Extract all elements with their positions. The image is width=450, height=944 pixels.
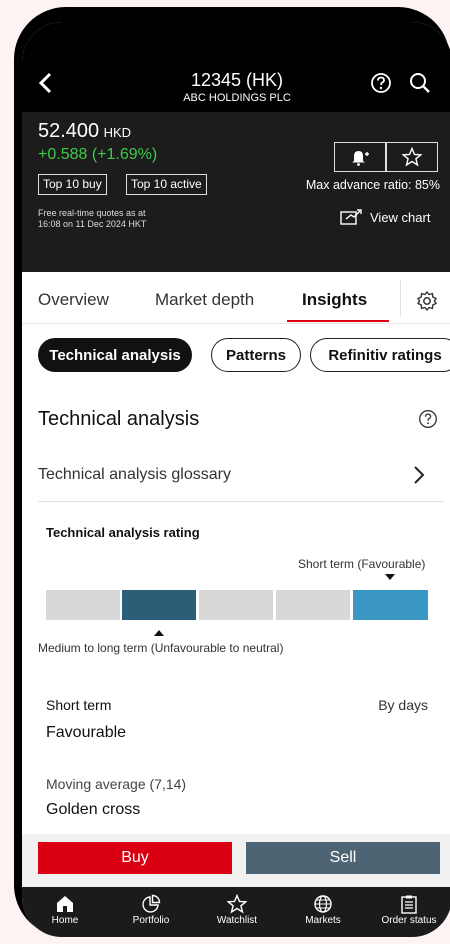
clipboard-icon [401,895,417,914]
chart-expand-icon [340,209,362,225]
rating-segment-3 [199,590,273,620]
tab-insights[interactable]: Insights [302,290,367,310]
price: 52.400 [38,120,100,142]
nav-watchlist[interactable]: Watchlist [194,893,280,926]
nav-watchlist-label: Watchlist [216,915,258,926]
glossary-label: Technical analysis glossary [38,466,231,483]
rating-segment-5 [353,590,428,620]
globe-icon [314,895,332,913]
price-change: +0.588 (+1.69%) [38,146,158,163]
medium-term-marker-label: Medium to long term (Unfavourable to neu… [38,641,284,655]
active-tab-indicator [287,320,389,322]
rating-segment-1 [46,590,120,620]
nav-home[interactable]: Home [22,893,108,926]
star-icon [227,894,247,914]
trade-actions: Buy Sell [22,834,450,887]
moving-average-label: Moving average (7,14) [46,776,187,792]
view-chart-link[interactable]: View chart [340,208,430,226]
nav-markets[interactable]: Markets [280,893,366,926]
subtab-patterns[interactable]: Patterns [211,338,301,372]
tab-bar: Overview Market depth Insights [22,272,450,324]
short-term-marker-label: Short term (Favourable) [298,557,426,571]
question-circle-icon [371,73,391,93]
by-days-label: By days [378,697,428,713]
insights-content: Technical analysis Patterns Refinitiv ra… [22,324,450,834]
moving-average-value: Golden cross [46,801,141,818]
settings-button[interactable] [416,290,438,312]
rating-title: Technical analysis rating [46,525,200,540]
disclaimer-line2: 16:08 on 11 Dec 2024 HKT [38,219,147,229]
alert-button[interactable] [334,142,386,172]
short-term-heading: Short term [46,697,112,713]
short-term-value: Favourable [46,724,127,741]
screen: 12345 (HK) ABC HOLDINGS PLC 52.400 HKD +… [22,22,450,937]
rating-segment-2 [122,590,196,620]
home-icon [57,896,73,912]
medium-term-arrow [154,630,164,636]
pie-chart-icon [142,894,161,913]
favorite-button[interactable] [386,142,438,172]
question-circle-icon [419,410,437,428]
search-button[interactable] [408,71,432,95]
section-title: Technical analysis [38,408,200,430]
nav-portfolio[interactable]: Portfolio [108,893,194,926]
nav-markets-label: Markets [305,915,341,926]
quote-panel: 52.400 HKD +0.588 (+1.69%) Top 10 buy To… [22,112,450,272]
buy-button[interactable]: Buy [38,842,232,874]
section-help-button[interactable] [418,409,438,429]
gear-icon [417,290,437,312]
rating-segment-4 [276,590,350,620]
nav-portfolio-label: Portfolio [132,915,170,926]
row-divider [38,501,444,502]
currency: HKD [103,125,132,140]
bottom-navigation: Home Portfolio Watchlist Markets Order s… [22,887,450,937]
tab-divider [400,280,401,316]
nav-home-label: Home [51,915,79,926]
subtab-technical-analysis[interactable]: Technical analysis [38,338,192,372]
nav-order-status-label: Order status [381,915,437,926]
search-icon [410,73,430,93]
subtab-refinitiv-ratings[interactable]: Refinitiv ratings [310,338,450,372]
max-advance-ratio: Max advance ratio: 85% [305,178,440,192]
chevron-right-icon [414,466,425,484]
short-term-arrow [385,574,395,580]
badge-top10-buy[interactable]: Top 10 buy [38,174,107,195]
star-icon [402,147,422,167]
disclaimer-line1: Free real-time quotes as at [38,208,146,218]
sell-button[interactable]: Sell [246,842,440,874]
price-line: 52.400 HKD [38,120,131,143]
bell-plus-icon [352,151,369,166]
view-chart-label: View chart [370,209,431,225]
tab-overview[interactable]: Overview [38,290,109,310]
top-bar: 12345 (HK) ABC HOLDINGS PLC [22,22,450,112]
tab-market-depth[interactable]: Market depth [155,290,254,310]
help-button[interactable] [370,72,392,94]
glossary-row[interactable]: Technical analysis glossary [22,450,444,502]
nav-order-status[interactable]: Order status [366,893,450,926]
badge-top10-active[interactable]: Top 10 active [126,174,207,195]
